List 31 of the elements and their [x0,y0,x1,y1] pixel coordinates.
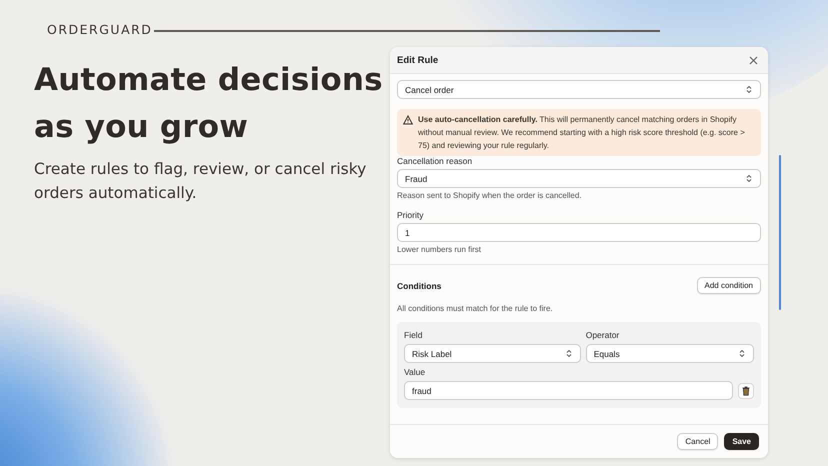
chevron-icon [739,349,745,358]
close-icon[interactable] [749,56,758,64]
help-text: Lower numbers run first [397,245,482,254]
field-label: Operator [586,330,620,340]
chevron-icon [746,174,752,183]
field-label: Value [404,367,426,377]
chevron-icon [746,85,752,94]
section-title: Conditions [397,280,442,290]
action-select[interactable]: Cancel order [397,80,761,99]
heading: Automate decisions as you grow [34,61,384,147]
field-label: Priority [397,210,424,220]
subheading: Create rules to flag, review, or cancel risky orders automatically. [34,159,368,204]
operator-select[interactable]: Equals [586,344,754,363]
value-field[interactable]: fraud [404,381,733,400]
add-condition-button[interactable]: Add condition [696,277,761,294]
reason-select[interactable]: Fraud [397,169,761,188]
field-select[interactable]: Risk Label [404,344,581,363]
dialog-title: Edit Rule [397,54,438,66]
warning-icon [403,115,413,125]
help-text: Reason sent to Shopify when the order is cancelled. [397,191,583,200]
save-button[interactable]: Save [724,433,759,450]
field-label: Field [404,330,424,340]
field-label: Cancellation reason [397,156,474,166]
brand-name: ORDERGUARD [47,23,152,37]
priority-field[interactable]: 1 [397,223,761,242]
trash-icon [742,386,750,396]
cancel-button[interactable]: Cancel [677,433,718,450]
warning-text: Use auto-cancellation carefully. This will permanently cancel matching orders in Shopify without manual review. We recommend starting with a high risk score threshold (e.g. score > 75) and reviewing your rule regularly. [418,114,746,152]
delete-button[interactable] [738,382,754,398]
help-text: All conditions must match for the rule to fire. [397,304,554,313]
chevron-icon [566,349,572,358]
